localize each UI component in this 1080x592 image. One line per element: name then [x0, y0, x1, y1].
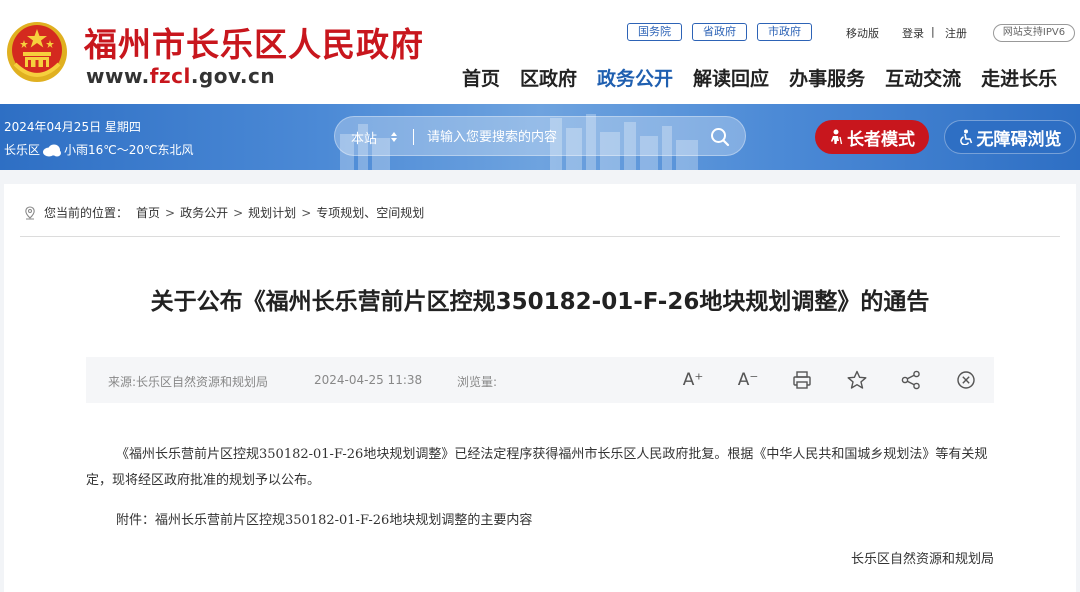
font-increase-button[interactable]: A⁺ [682, 369, 704, 391]
nav-interaction[interactable]: 互动交流 [885, 64, 961, 91]
article-container: 您当前的位置： 首页 > 政务公开 > 规划计划 > 专项规划、空间规划 关于公… [4, 184, 1076, 592]
search-input[interactable] [427, 125, 687, 149]
search-box: 本站 [334, 116, 746, 156]
current-date: 2024年04月25日 星期四 [4, 120, 141, 134]
weather-text: 小雨16℃～20℃东北风 [64, 143, 194, 157]
site-name: 福州市长乐区人民政府 [84, 25, 424, 64]
accessibility-label: 无障碍浏览 [976, 129, 1062, 150]
star-icon[interactable] [846, 369, 868, 391]
close-icon[interactable] [955, 369, 977, 391]
weather-info: 长乐区 小雨16℃～20℃东北风 [4, 141, 194, 158]
site-url-prefix: www. [86, 64, 150, 88]
gov-link-province[interactable]: 省政府 [692, 23, 747, 41]
breadcrumb-home[interactable]: 首页 [136, 204, 160, 221]
print-icon[interactable] [791, 369, 813, 391]
nav-home[interactable]: 首页 [462, 64, 500, 91]
breadcrumb-government-affairs[interactable]: 政务公开 [180, 204, 228, 221]
accessibility-button[interactable]: 无障碍浏览 [944, 120, 1076, 154]
font-decrease-button[interactable]: A⁻ [737, 369, 759, 391]
location-pin-icon [25, 205, 35, 219]
breadcrumb: 您当前的位置： 首页 > 政务公开 > 规划计划 > 专项规划、空间规划 [24, 204, 424, 221]
breadcrumb-special-planning[interactable]: 专项规划、空间规划 [316, 204, 424, 221]
national-emblem-icon [7, 22, 67, 82]
nav-about-changle[interactable]: 走进长乐 [981, 64, 1057, 91]
gov-link-city[interactable]: 市政府 [757, 23, 812, 41]
breadcrumb-separator: > [301, 205, 312, 220]
nav-interpretation[interactable]: 解读回应 [693, 64, 769, 91]
nav-government-affairs[interactable]: 政务公开 [597, 64, 673, 91]
login-link[interactable]: 登录 [902, 25, 924, 41]
article-date: 2024-04-25 11:38 [314, 373, 423, 387]
article-attachment: 附件：福州长乐营前片区控规350182-01-F-26地块规划调整的主要内容 [116, 513, 533, 528]
article-paragraph-1: 《福州长乐营前片区控规350182-01-F-26地块规划调整》已经法定程序获得… [86, 447, 988, 488]
site-url: www.fzcl.gov.cn [86, 64, 275, 88]
site-url-accent: fzcl [149, 64, 191, 88]
util-separator: | [931, 25, 935, 38]
dropdown-arrows-icon[interactable] [389, 129, 399, 145]
gov-links: 国务院 省政府 市政府 [627, 23, 812, 41]
font-decrease-label: A⁻ [737, 370, 759, 390]
site-header: 福州市长乐区人民政府 www.fzcl.gov.cn 国务院 省政府 市政府 移… [0, 0, 1080, 104]
nav-services[interactable]: 办事服务 [789, 64, 865, 91]
elder-mode-button[interactable]: 长者模式 [815, 120, 929, 154]
search-scope-select[interactable]: 本站 [351, 128, 377, 147]
gov-link-state-council[interactable]: 国务院 [627, 23, 682, 41]
register-link[interactable]: 注册 [945, 25, 967, 41]
cloud-icon [43, 144, 62, 156]
share-icon[interactable] [900, 369, 922, 391]
search-divider [413, 129, 414, 145]
breadcrumb-divider [20, 236, 1060, 237]
main-nav: 首页 区政府 政务公开 解读回应 办事服务 互动交流 走进长乐 [462, 64, 1057, 91]
nav-district-government[interactable]: 区政府 [520, 64, 577, 91]
article-signature: 长乐区自然资源和规划局 [850, 552, 994, 567]
article-meta-bar: 来源:长乐区自然资源和规划局 2024-04-25 11:38 浏览量: A⁺ … [86, 357, 994, 403]
article-views: 浏览量: [457, 375, 498, 389]
weather-area: 长乐区 [4, 143, 41, 157]
font-increase-label: A⁺ [682, 370, 704, 390]
elder-icon [831, 129, 843, 145]
breadcrumb-planning[interactable]: 规划计划 [248, 204, 296, 221]
ipv6-badge: 网站支持IPV6 [993, 24, 1075, 42]
elder-mode-label: 长者模式 [847, 129, 915, 150]
breadcrumb-separator: > [165, 205, 176, 220]
article-source: 来源:长乐区自然资源和规划局 [108, 375, 269, 389]
info-band: 2024年04月25日 星期四 长乐区 小雨16℃～20℃东北风 本站 长者模式 [0, 104, 1080, 170]
wheelchair-icon [959, 129, 972, 145]
breadcrumb-prefix: 您当前的位置： [44, 206, 129, 220]
breadcrumb-separator: > [233, 205, 244, 220]
search-icon[interactable] [709, 126, 731, 148]
site-url-suffix: .gov.cn [190, 64, 276, 88]
article-title: 关于公布《福州长乐营前片区控规350182-01-F-26地块规划调整》的通告 [150, 289, 930, 315]
mobile-version-link[interactable]: 移动版 [846, 25, 879, 41]
